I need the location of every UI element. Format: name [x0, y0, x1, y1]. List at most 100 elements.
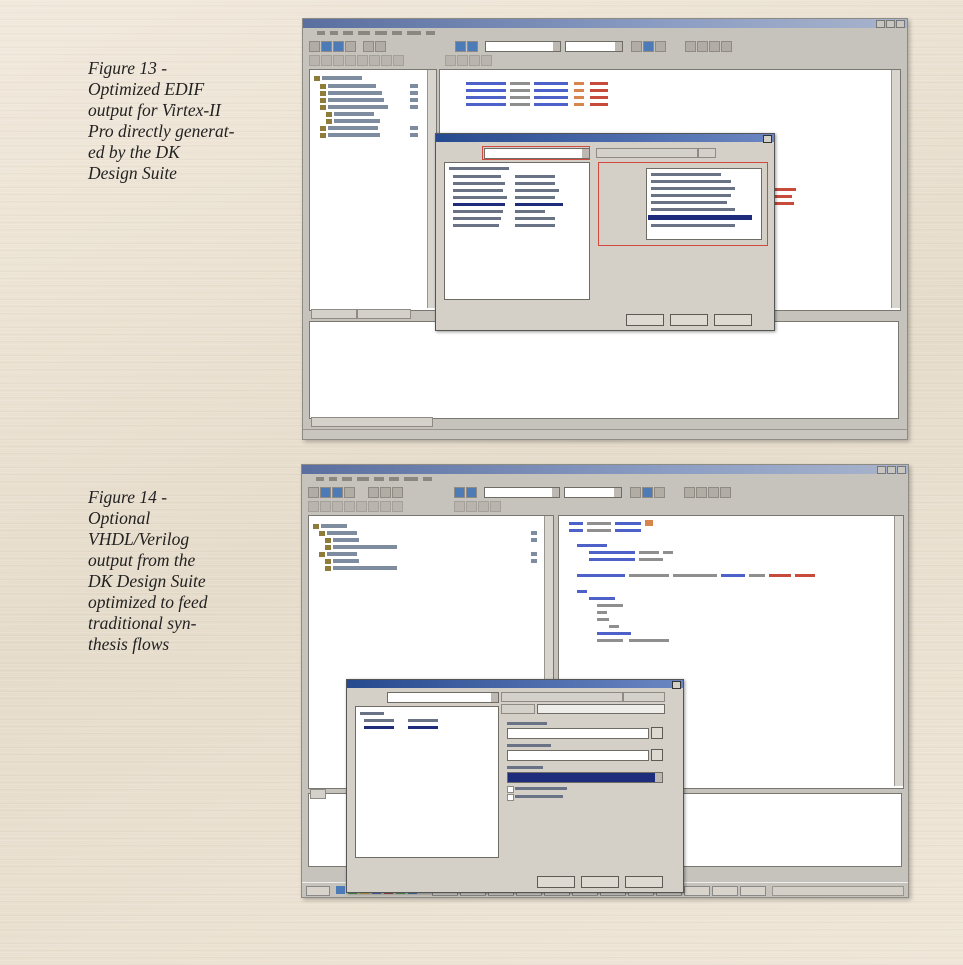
- toolbar-icon[interactable]: [642, 487, 653, 498]
- selected-option[interactable]: [648, 215, 752, 220]
- toolbar-icon[interactable]: [481, 55, 492, 66]
- toolbar-icon[interactable]: [454, 487, 465, 498]
- output-language-select[interactable]: [507, 772, 663, 783]
- tree-item[interactable]: [322, 76, 362, 80]
- toolbar-icon[interactable]: [332, 487, 343, 498]
- toolbar-icon[interactable]: [308, 501, 319, 512]
- taskbar-icon[interactable]: [336, 886, 345, 894]
- project-list[interactable]: [355, 706, 499, 858]
- maximize-icon[interactable]: [886, 20, 895, 28]
- toolbar-icon[interactable]: [332, 501, 343, 512]
- system-tray[interactable]: [772, 886, 904, 896]
- toolbar-icon[interactable]: [721, 41, 732, 52]
- minimize-icon[interactable]: [877, 466, 886, 474]
- target-combo[interactable]: [564, 487, 622, 498]
- browse-button[interactable]: [651, 727, 663, 739]
- minimize-icon[interactable]: [876, 20, 885, 28]
- toolbar-icon[interactable]: [720, 487, 731, 498]
- option-checkbox[interactable]: [507, 786, 514, 793]
- toolbar-icon[interactable]: [320, 487, 331, 498]
- taskbar-window-button[interactable]: [740, 886, 766, 896]
- toolbar-icon[interactable]: [321, 55, 332, 66]
- tree-item[interactable]: [334, 112, 374, 116]
- toolbar-icon[interactable]: [631, 41, 642, 52]
- help-button[interactable]: [714, 314, 752, 326]
- toolbar-icon[interactable]: [457, 55, 468, 66]
- toolbar-icon[interactable]: [655, 41, 666, 52]
- toolbar-icon[interactable]: [381, 55, 392, 66]
- toolbar-icon[interactable]: [685, 41, 696, 52]
- toolbar-icon[interactable]: [469, 55, 480, 66]
- toolbar-icon[interactable]: [654, 487, 665, 498]
- tab-more[interactable]: [698, 148, 716, 158]
- toolbar-icon[interactable]: [630, 487, 641, 498]
- toolbar-icon[interactable]: [478, 501, 489, 512]
- close-icon[interactable]: [672, 681, 681, 689]
- project-list[interactable]: [444, 162, 590, 300]
- taskbar-window-button[interactable]: [712, 886, 738, 896]
- output-dir-field[interactable]: [507, 750, 649, 761]
- tree-item[interactable]: [334, 119, 380, 123]
- toolbar-icon[interactable]: [466, 487, 477, 498]
- toolbar-icon[interactable]: [344, 501, 355, 512]
- tree-item[interactable]: [328, 91, 382, 95]
- tree-item[interactable]: [328, 126, 378, 130]
- toolbar-icon[interactable]: [392, 501, 403, 512]
- tab-synthesis-optimisations[interactable]: [501, 692, 623, 702]
- toolbar-icon[interactable]: [344, 487, 355, 498]
- start-button[interactable]: [306, 886, 330, 896]
- toolbar-icon[interactable]: [697, 41, 708, 52]
- close-icon[interactable]: [763, 135, 772, 143]
- toolbar-icon[interactable]: [309, 55, 320, 66]
- option-checkbox[interactable]: [507, 794, 514, 801]
- toolbar-icon[interactable]: [708, 487, 719, 498]
- toolbar-icon[interactable]: [357, 55, 368, 66]
- output-tab[interactable]: [310, 789, 326, 799]
- toolbar-icon[interactable]: [309, 41, 320, 52]
- toolbar-icon[interactable]: [333, 41, 344, 52]
- target-combo[interactable]: [565, 41, 623, 52]
- taskbar-window-button[interactable]: [684, 886, 710, 896]
- settings-for-combo[interactable]: [387, 692, 499, 703]
- tab-general[interactable]: [501, 704, 535, 714]
- toolbar-icon[interactable]: [393, 55, 404, 66]
- vertical-scrollbar[interactable]: [891, 70, 900, 308]
- toolbar-icon[interactable]: [333, 55, 344, 66]
- configuration-combo[interactable]: [485, 41, 561, 52]
- tree-item[interactable]: [333, 538, 359, 542]
- tab-vhdl[interactable]: [623, 692, 665, 702]
- browse-button[interactable]: [651, 749, 663, 761]
- configuration-combo[interactable]: [484, 487, 560, 498]
- toolbar-icon[interactable]: [321, 41, 332, 52]
- toolbar-icon[interactable]: [368, 501, 379, 512]
- toolbar-icon[interactable]: [369, 55, 380, 66]
- toolbar-icon[interactable]: [643, 41, 654, 52]
- workspace-tab[interactable]: [357, 309, 411, 319]
- toolbar-icon[interactable]: [380, 487, 391, 498]
- output-path-field[interactable]: [537, 704, 665, 714]
- tree-item[interactable]: [333, 545, 397, 549]
- toolbar-icon[interactable]: [392, 487, 403, 498]
- tree-item[interactable]: [328, 105, 388, 109]
- ok-button[interactable]: [626, 314, 664, 326]
- tab-synthesis-optimisations[interactable]: [596, 148, 698, 158]
- toolbar-icon[interactable]: [455, 41, 466, 52]
- workspace-tab[interactable]: [311, 309, 357, 319]
- toolbar-icon[interactable]: [709, 41, 720, 52]
- maximize-icon[interactable]: [887, 466, 896, 474]
- output-file-field[interactable]: [507, 728, 649, 739]
- toolbar-icon[interactable]: [490, 501, 501, 512]
- close-icon[interactable]: [896, 20, 905, 28]
- toolbar-icon[interactable]: [308, 487, 319, 498]
- toolbar-icon[interactable]: [466, 501, 477, 512]
- toolbar-icon[interactable]: [375, 41, 386, 52]
- tree-item[interactable]: [328, 133, 380, 137]
- toolbar-icon[interactable]: [356, 501, 367, 512]
- tree-item[interactable]: [333, 559, 359, 563]
- cancel-button[interactable]: [581, 876, 619, 888]
- toolbar-icon[interactable]: [320, 501, 331, 512]
- toolbar-icon[interactable]: [454, 501, 465, 512]
- output-pane[interactable]: [309, 321, 899, 419]
- toolbar-icon[interactable]: [684, 487, 695, 498]
- tree-item[interactable]: [328, 98, 384, 102]
